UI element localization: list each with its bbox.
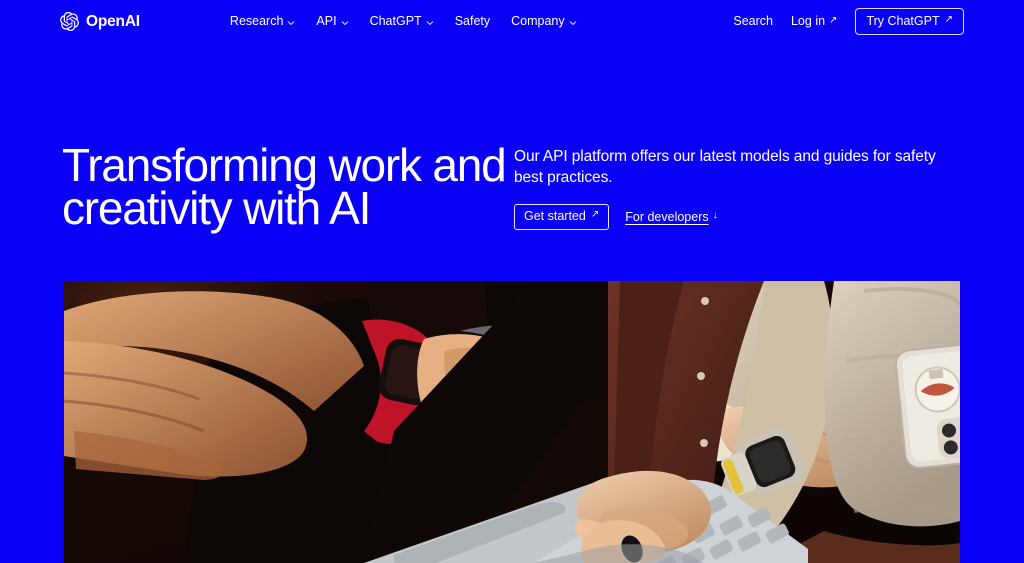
openai-logo-icon (60, 11, 79, 32)
nav-item-safety-label: Safety (454, 14, 491, 29)
for-developers-label: For developers (625, 209, 709, 224)
page-title: Transforming work and creativity with AI (62, 139, 507, 234)
arrow-up-right-icon: ↗ (829, 14, 838, 26)
for-developers-link[interactable]: For developers ↓ (625, 209, 718, 224)
nav-item-company[interactable]: Company (511, 15, 577, 28)
search-button[interactable]: Search (733, 15, 773, 28)
chevron-down-icon (569, 19, 577, 27)
nav-item-chatgpt-label: ChatGPT (369, 14, 422, 29)
nav-item-chatgpt[interactable]: ChatGPT (370, 15, 434, 28)
primary-nav-links: Research API ChatGPT Safety Company (230, 15, 577, 28)
nav-item-api-label: API (316, 14, 337, 29)
openai-homepage: OpenAI Research API ChatGPT Safety Compa… (0, 0, 1024, 563)
brand-name-label: OpenAI (86, 12, 140, 30)
hero-photo (64, 281, 960, 563)
top-navigation-bar: OpenAI Research API ChatGPT Safety Compa… (0, 0, 1024, 43)
get-started-button[interactable]: Get started ↗ (514, 204, 610, 230)
arrow-up-right-icon: ↗ (590, 209, 600, 221)
get-started-label: Get started (524, 209, 586, 223)
nav-item-company-label: Company (511, 14, 565, 29)
arrow-down-icon: ↓ (712, 209, 718, 221)
hero-copy-block: Our API platform offers our latest model… (514, 146, 954, 230)
try-chatgpt-label: Try ChatGPT (866, 13, 940, 28)
brand-logo-link[interactable]: OpenAI (60, 11, 140, 32)
login-label: Log in (790, 14, 826, 29)
hero-photo-image (64, 281, 960, 563)
hero-section: Transforming work and creativity with AI… (0, 43, 1024, 281)
hero-subheadline: Our API platform offers our latest model… (514, 148, 936, 186)
arrow-up-right-icon: ↗ (944, 14, 953, 25)
chevron-down-icon (341, 19, 349, 27)
nav-item-research-label: Research (229, 14, 284, 29)
utility-nav: Search Log in ↗ Try ChatGPT ↗ (733, 7, 964, 36)
hero-actions: Get started ↗ For developers ↓ (514, 204, 954, 230)
chevron-down-icon (426, 19, 434, 27)
try-chatgpt-button[interactable]: Try ChatGPT ↗ (855, 7, 964, 36)
nav-item-api[interactable]: API (316, 15, 348, 28)
login-link[interactable]: Log in ↗ (791, 15, 837, 28)
nav-item-research[interactable]: Research (230, 15, 296, 28)
search-label: Search (733, 14, 773, 29)
chevron-down-icon (287, 19, 295, 27)
nav-item-safety[interactable]: Safety (455, 15, 490, 28)
